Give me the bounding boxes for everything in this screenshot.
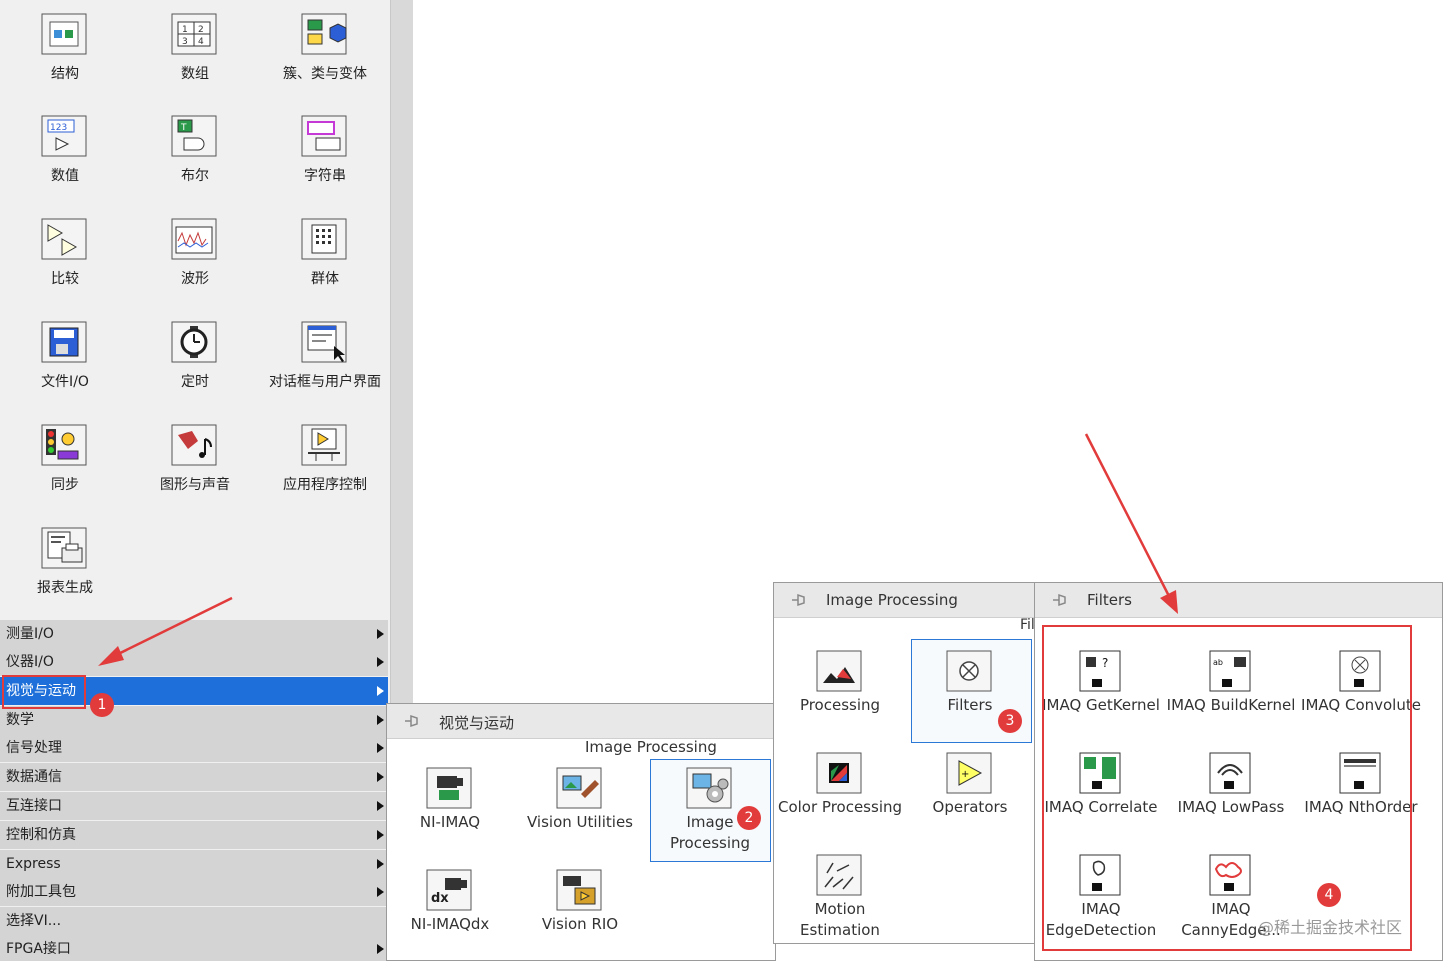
sync-icon <box>40 421 88 467</box>
boolean-icon: T <box>170 112 218 158</box>
subpalette-caption: Image Processing <box>585 738 717 756</box>
pin-icon[interactable] <box>1051 592 1069 608</box>
structure-icon <box>40 10 88 56</box>
operators-icon: + <box>945 749 993 797</box>
palette-item-group[interactable]: 群体 <box>260 205 390 305</box>
color-processing-icon <box>815 749 863 797</box>
palette-item-waveform[interactable]: 波形 <box>130 205 260 305</box>
numeric-icon: 123 <box>40 112 88 158</box>
chevron-right-icon <box>377 629 384 639</box>
svg-text:+: + <box>961 769 969 780</box>
menu-item-express[interactable]: Express <box>0 850 388 878</box>
chevron-right-icon <box>377 743 384 753</box>
ip-item-operators[interactable]: + Operators <box>905 741 1035 841</box>
menu-item-control-simulation[interactable]: 控制和仿真 <box>0 821 388 849</box>
palette-item-boolean[interactable]: T 布尔 <box>130 102 260 202</box>
palette-item-sync[interactable]: 同步 <box>0 411 130 511</box>
chevron-right-icon <box>377 830 384 840</box>
subpalette-caption: Fil <box>1020 617 1035 633</box>
svg-text:1: 1 <box>182 25 188 35</box>
functions-palette: 结构 1234 数组 簇、类与变体 123 数值 T 布尔 字符串 比较 波形 … <box>0 0 390 961</box>
svg-text:T: T <box>180 123 187 133</box>
cluster-icon <box>300 10 348 56</box>
chevron-right-icon <box>377 887 384 897</box>
chevron-right-icon <box>377 859 384 869</box>
timing-icon <box>170 318 218 364</box>
vision-motion-panel-header: 视觉与运动 <box>387 704 775 739</box>
menu-item-math[interactable]: 数学 <box>0 706 388 734</box>
svg-text:4: 4 <box>198 37 204 47</box>
ip-item-motion-estimation[interactable]: Motion Estimation <box>775 843 905 943</box>
palette-item-timing[interactable]: 定时 <box>130 308 260 408</box>
chevron-right-icon <box>377 801 384 811</box>
report-icon <box>40 524 88 570</box>
string-icon <box>300 112 348 158</box>
waveform-icon <box>170 215 218 261</box>
menu-item-select-vi[interactable]: 选择VI... <box>0 907 388 935</box>
dialog-icon <box>300 318 348 364</box>
svg-text:2: 2 <box>198 25 204 35</box>
annotation-badge-3: 3 <box>998 709 1022 733</box>
vision-item-image-processing[interactable]: Image Processing <box>645 756 775 856</box>
vision-item-vision-rio[interactable]: Vision RIO <box>515 858 645 958</box>
ip-item-color-processing[interactable]: Color Processing <box>775 741 905 841</box>
ni-imaq-icon <box>425 764 473 812</box>
chevron-right-icon <box>377 686 384 696</box>
menu-item-fpga[interactable]: FPGA接口 <box>0 935 388 961</box>
watermark: @稀土掘金技术社区 <box>1258 918 1403 937</box>
filters-icon <box>945 647 993 695</box>
annotation-badge-2: 2 <box>737 806 761 830</box>
annotation-badge-1: 1 <box>90 693 114 717</box>
image-processing-panel-header: Image Processing <box>774 583 1036 618</box>
palette-item-array[interactable]: 1234 数组 <box>130 0 260 100</box>
pin-icon[interactable] <box>790 592 808 608</box>
palette-item-graphics-sound[interactable]: 图形与声音 <box>130 411 260 511</box>
app-control-icon <box>300 421 348 467</box>
annotation-box-4 <box>1042 625 1412 951</box>
motion-estimation-icon <box>815 851 863 899</box>
chevron-right-icon <box>377 715 384 725</box>
palette-item-file-io[interactable]: 文件I/O <box>0 308 130 408</box>
menu-item-connectivity[interactable]: 互连接口 <box>0 792 388 820</box>
palette-item-cluster[interactable]: 簇、类与变体 <box>260 0 390 100</box>
palette-item-comparison[interactable]: 比较 <box>0 205 130 305</box>
image-processing-icon <box>685 764 733 812</box>
annotation-arrow-2 <box>1084 433 1178 614</box>
array-icon: 1234 <box>170 10 218 56</box>
vision-utilities-icon <box>555 764 603 812</box>
pin-icon[interactable] <box>403 713 421 729</box>
graphics-sound-icon <box>170 421 218 467</box>
svg-text:dx: dx <box>431 891 449 906</box>
vision-motion-panel: 视觉与运动 Image Processing NI-IMAQ Vision Ut… <box>386 703 776 961</box>
chevron-right-icon <box>377 772 384 782</box>
palette-item-structure[interactable]: 结构 <box>0 0 130 100</box>
image-processing-panel: Image Processing Fil Processing Filters … <box>773 582 1037 944</box>
palette-item-string[interactable]: 字符串 <box>260 102 390 202</box>
annotation-arrow-1 <box>98 596 233 666</box>
ni-imaqdx-icon: dx <box>425 866 473 914</box>
palette-item-app-control[interactable]: 应用程序控制 <box>260 411 390 511</box>
ip-item-processing[interactable]: Processing <box>775 639 905 739</box>
menu-item-addons[interactable]: 附加工具包 <box>0 878 388 906</box>
vision-item-ni-imaqdx[interactable]: dx NI-IMAQdx <box>385 858 515 958</box>
group-icon <box>300 215 348 261</box>
svg-text:3: 3 <box>182 37 188 47</box>
annotation-box-1 <box>2 675 86 709</box>
svg-text:123: 123 <box>50 123 67 133</box>
chevron-right-icon <box>377 944 384 954</box>
comparison-icon <box>40 215 88 261</box>
palette-item-dialog[interactable]: 对话框与用户界面 <box>260 308 390 408</box>
vision-rio-icon <box>555 866 603 914</box>
vision-item-ni-imaq[interactable]: NI-IMAQ <box>385 756 515 856</box>
palette-item-numeric[interactable]: 123 数值 <box>0 102 130 202</box>
chevron-right-icon <box>377 657 384 667</box>
processing-icon <box>815 647 863 695</box>
menu-item-data-communication[interactable]: 数据通信 <box>0 763 388 791</box>
menu-item-signal-processing[interactable]: 信号处理 <box>0 734 388 762</box>
file-io-icon <box>40 318 88 364</box>
vision-item-vision-utilities[interactable]: Vision Utilities <box>515 756 645 856</box>
